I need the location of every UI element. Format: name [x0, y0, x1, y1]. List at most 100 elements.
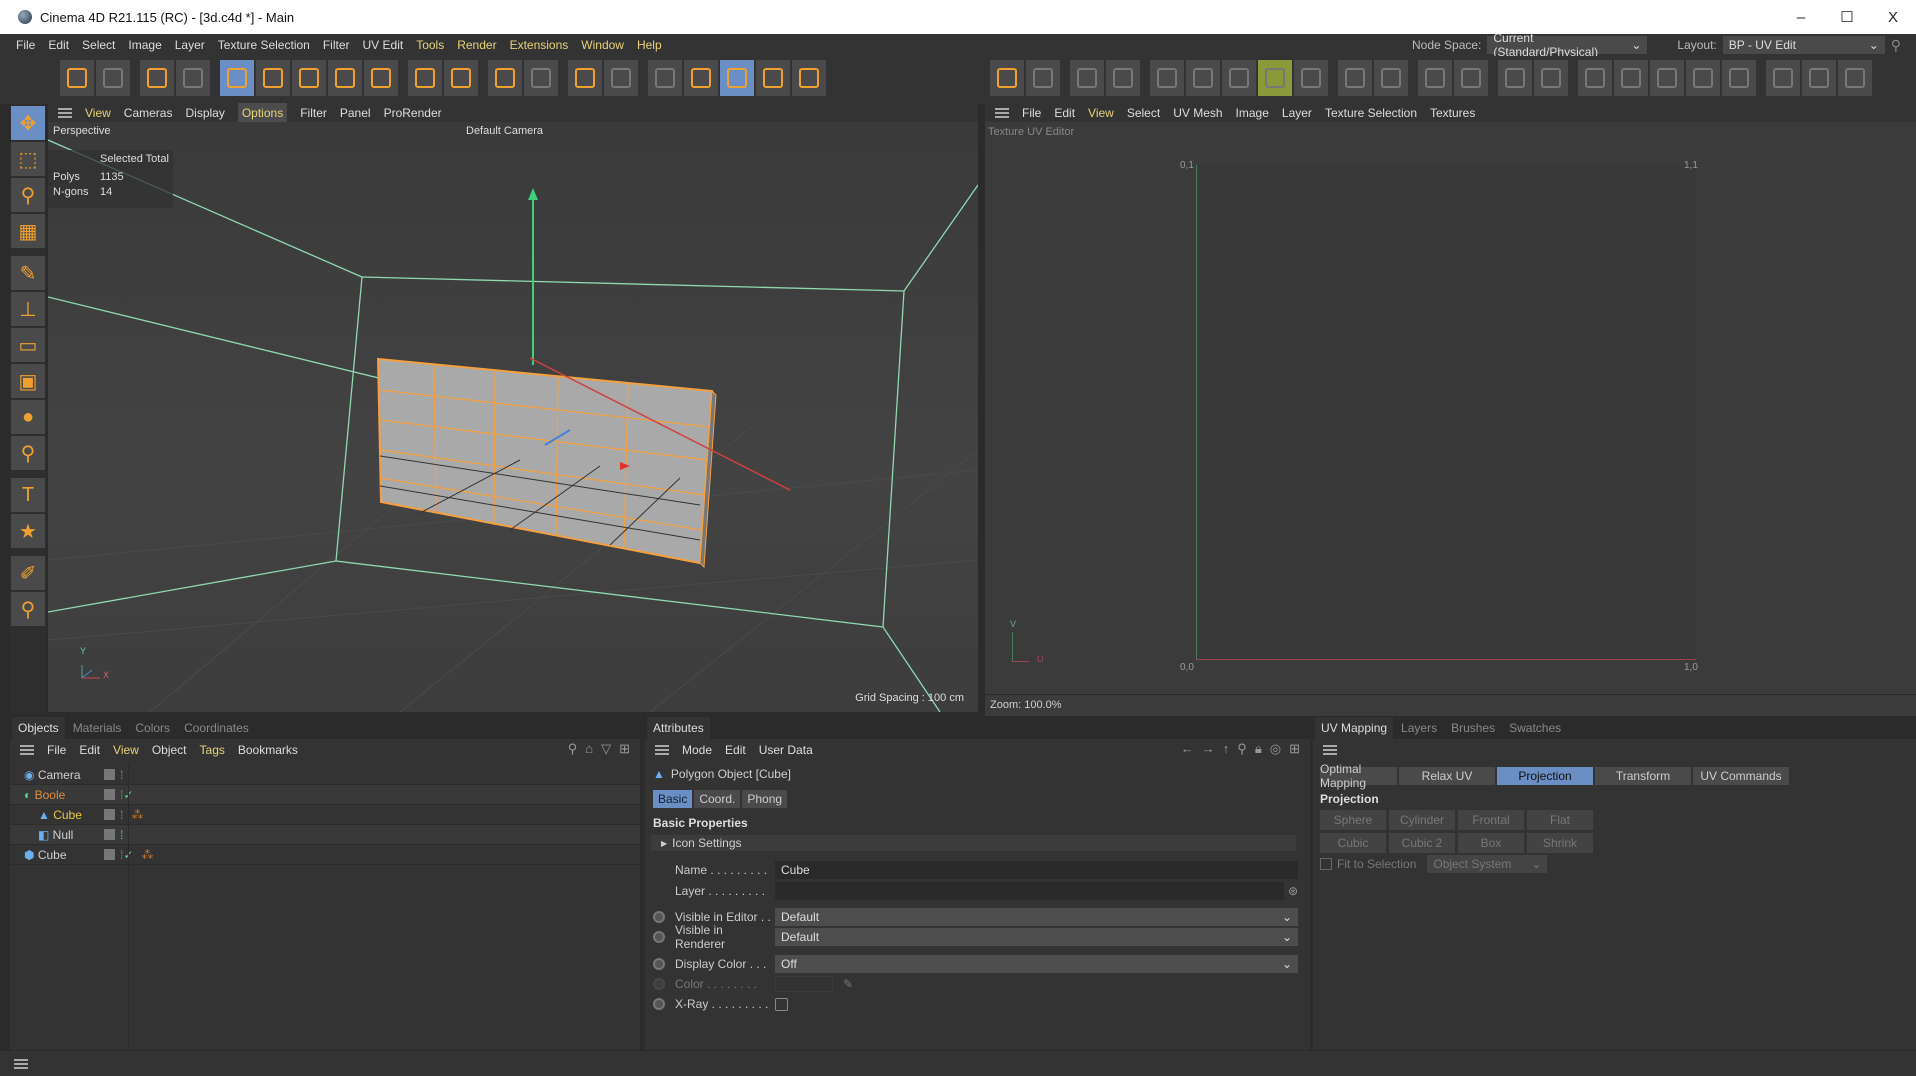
object-name-cell[interactable]: ◉ Camera [10, 768, 90, 782]
tab-coordinates[interactable]: Coordinates [178, 717, 255, 739]
texture-mode-button[interactable] [568, 60, 602, 96]
uv-relax-button[interactable] [1766, 60, 1800, 96]
menu-image[interactable]: Image [1236, 106, 1269, 120]
hamburger-icon[interactable] [58, 108, 72, 118]
object-name[interactable]: Cube [53, 808, 82, 822]
subtab-projection[interactable]: Projection [1497, 767, 1593, 785]
uv-paste-button[interactable] [1106, 60, 1140, 96]
uv-align-center-button[interactable] [1614, 60, 1648, 96]
uv-stretch-button[interactable] [1374, 60, 1408, 96]
menu-edit[interactable]: Edit [48, 38, 69, 52]
menu-prorender[interactable]: ProRender [384, 106, 442, 120]
menu-select[interactable]: Select [1127, 106, 1160, 120]
lock-icon[interactable]: 🔒︎ [1255, 741, 1262, 757]
object-name[interactable]: Camera [38, 768, 81, 782]
animate-radio[interactable] [653, 931, 665, 943]
menu-window[interactable]: Window [581, 38, 624, 52]
object-row[interactable]: ▲ Cube ⁞ ⁂ [10, 805, 640, 825]
uv-mirror-button[interactable] [1686, 60, 1720, 96]
edit-visibility-icon[interactable] [104, 789, 115, 800]
hamburger-icon[interactable] [20, 745, 34, 755]
hamburger-icon[interactable] [1323, 745, 1337, 755]
menu-view[interactable]: View [1088, 106, 1114, 120]
edit-visibility-icon[interactable] [104, 809, 115, 820]
camera-name[interactable]: Default Camera [466, 125, 543, 137]
edge-mode-button[interactable] [756, 60, 790, 96]
search-icon[interactable]: ⚲ [1891, 37, 1901, 54]
object-name-cell[interactable]: ⬢ Cube [10, 848, 90, 862]
subtab-uv-commands[interactable]: UV Commands [1693, 767, 1789, 785]
uv-move-down-button[interactable] [1026, 60, 1060, 96]
solid-mode-button[interactable] [720, 60, 754, 96]
menu-layer[interactable]: Layer [175, 38, 205, 52]
animate-radio[interactable] [653, 998, 665, 1010]
rectangle-select-tool[interactable]: ⬚ [11, 142, 45, 176]
object-row[interactable]: ◧ Null ⁞ [10, 825, 640, 845]
menu-help[interactable]: Help [637, 38, 662, 52]
magnifier-tool[interactable]: ⚲ [11, 436, 45, 470]
rotate-button[interactable] [292, 60, 326, 96]
tab-brushes[interactable]: Brushes [1445, 717, 1501, 739]
brush-tool[interactable]: ✎ [11, 256, 45, 290]
menu-layer[interactable]: Layer [1282, 106, 1312, 120]
model-mode-button[interactable] [176, 60, 210, 96]
menu-mode[interactable]: Mode [682, 743, 712, 757]
back-arrow-icon[interactable]: ← [1181, 741, 1194, 757]
scene-canvas[interactable] [48, 122, 978, 712]
layer-picker-icon[interactable]: ⊛ [1288, 884, 1298, 898]
uv-grid[interactable] [1196, 165, 1696, 660]
visibility-dots-icon[interactable]: ⁞ [120, 808, 123, 822]
menu-uv-edit[interactable]: UV Edit [363, 38, 404, 52]
uv-frame-button[interactable] [1186, 60, 1220, 96]
layout-dropdown[interactable]: BP - UV Edit ⌄ [1722, 36, 1885, 54]
subtab-optimal-mapping[interactable]: Optimal Mapping [1320, 762, 1397, 790]
menu-texture-selection[interactable]: Texture Selection [218, 38, 310, 52]
hamburger-icon[interactable] [14, 1059, 28, 1069]
object-name[interactable]: Cube [38, 848, 67, 862]
menu-file[interactable]: File [1022, 106, 1041, 120]
zoom-checker-tool[interactable]: ⚲ [11, 592, 45, 626]
object-name-cell[interactable]: ▲ Cube [10, 808, 90, 822]
tab-swatches[interactable]: Swatches [1503, 717, 1567, 739]
menu-view[interactable]: View [113, 743, 139, 757]
menu-filter[interactable]: Filter [300, 106, 327, 120]
subtab-phong[interactable]: Phong [742, 790, 788, 808]
edit-visibility-icon[interactable] [104, 849, 115, 860]
menu-texture-selection[interactable]: Texture Selection [1325, 106, 1417, 120]
search-icon[interactable]: ⚲ [1237, 741, 1247, 757]
new-window-icon[interactable]: ⊞ [619, 741, 630, 757]
object-row[interactable]: ◐ Boole⁞✓ [10, 785, 640, 805]
fill-tool[interactable]: ● [11, 400, 45, 434]
new-window-icon[interactable]: ⊞ [1289, 741, 1300, 757]
uv-align-left-button[interactable] [1534, 60, 1568, 96]
visible-editor-dropdown[interactable]: Default ⌄ [775, 908, 1298, 926]
forward-arrow-icon[interactable]: → [1202, 741, 1215, 757]
menu-view[interactable]: View [85, 106, 111, 120]
menu-display[interactable]: Display [185, 106, 224, 120]
menu-image[interactable]: Image [128, 38, 161, 52]
hamburger-icon[interactable] [655, 745, 669, 755]
uv-copy-button[interactable] [1070, 60, 1104, 96]
move-button[interactable] [220, 60, 254, 96]
uv-lock-button[interactable] [1802, 60, 1836, 96]
name-input[interactable]: Cube [775, 861, 1298, 879]
uv-down-button[interactable] [1338, 60, 1372, 96]
tab-attributes[interactable]: Attributes [647, 717, 710, 739]
move-tool-tool[interactable]: ✥ [11, 106, 45, 140]
visibility-dots-icon[interactable]: ⁞ [120, 768, 123, 782]
eraser-tool[interactable]: ▭ [11, 328, 45, 362]
shrink-button[interactable]: Shrink [1527, 833, 1593, 853]
minimize-button[interactable]: – [1778, 0, 1824, 34]
menu-file[interactable]: File [16, 38, 35, 52]
text-tool[interactable]: T [11, 478, 45, 512]
object-name[interactable]: Null [53, 828, 74, 842]
object-row[interactable]: ⬢ Cube⁞✓⁂ [10, 845, 640, 865]
edit-visibility-icon[interactable] [104, 769, 115, 780]
menu-user-data[interactable]: User Data [759, 743, 813, 757]
magic-wand-tool[interactable]: ⚲ [11, 178, 45, 212]
object-name-cell[interactable]: ◐ Boole [10, 788, 90, 802]
menu-cameras[interactable]: Cameras [124, 106, 173, 120]
menu-edit[interactable]: Edit [725, 743, 746, 757]
tab-materials[interactable]: Materials [67, 717, 128, 739]
frontal-button[interactable]: Frontal [1458, 810, 1524, 830]
